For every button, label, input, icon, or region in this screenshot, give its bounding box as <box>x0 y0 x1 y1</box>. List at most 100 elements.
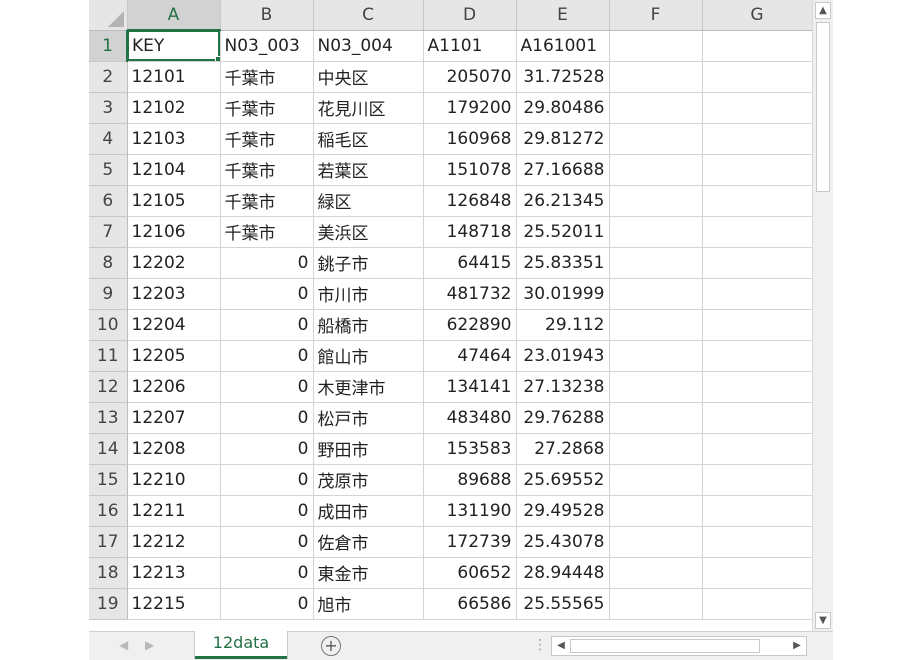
cell-b5[interactable]: 千葉市 <box>220 154 314 186</box>
cell-e10[interactable]: 29.112 <box>516 309 610 341</box>
cell-g5[interactable] <box>702 154 813 186</box>
cell-b6[interactable]: 千葉市 <box>220 185 314 217</box>
cell-g17[interactable] <box>702 526 813 558</box>
cell-g1[interactable] <box>702 30 813 62</box>
row-header[interactable]: 15 <box>89 464 128 496</box>
spreadsheet-grid[interactable]: A B C D E F G 1 KEY N03_003 N03_004 A110… <box>89 0 833 631</box>
cell-e11[interactable]: 23.01943 <box>516 340 610 372</box>
row-header[interactable]: 6 <box>89 185 128 217</box>
cell-d16[interactable]: 131190 <box>423 495 517 527</box>
row-header[interactable]: 14 <box>89 433 128 465</box>
cell-e16[interactable]: 29.49528 <box>516 495 610 527</box>
cell-b10[interactable]: 0 <box>220 309 314 341</box>
cell-c6[interactable]: 緑区 <box>313 185 424 217</box>
cell-c17[interactable]: 佐倉市 <box>313 526 424 558</box>
cell-e2[interactable]: 31.72528 <box>516 61 610 93</box>
row-header[interactable]: 4 <box>89 123 128 155</box>
cell-c7[interactable]: 美浜区 <box>313 216 424 248</box>
cell-f18[interactable] <box>609 557 703 589</box>
cell-a16[interactable]: 12211 <box>127 495 221 527</box>
cell-f6[interactable] <box>609 185 703 217</box>
cell-e13[interactable]: 29.76288 <box>516 402 610 434</box>
cell-g16[interactable] <box>702 495 813 527</box>
cell-a1[interactable]: KEY <box>127 30 221 62</box>
cell-f16[interactable] <box>609 495 703 527</box>
cell-b19[interactable]: 0 <box>220 588 314 620</box>
cell-f8[interactable] <box>609 247 703 279</box>
cell-d19[interactable]: 66586 <box>423 588 517 620</box>
cell-f19[interactable] <box>609 588 703 620</box>
cell-c4[interactable]: 稲毛区 <box>313 123 424 155</box>
cell-g13[interactable] <box>702 402 813 434</box>
arrow-left-icon[interactable]: ◀ <box>119 638 128 652</box>
cell-a10[interactable]: 12204 <box>127 309 221 341</box>
cell-e3[interactable]: 29.80486 <box>516 92 610 124</box>
cell-g15[interactable] <box>702 464 813 496</box>
horizontal-scrollbar[interactable]: ◀ ▶ <box>551 636 807 656</box>
row-header[interactable]: 19 <box>89 588 128 620</box>
cell-a11[interactable]: 12205 <box>127 340 221 372</box>
cell-d6[interactable]: 126848 <box>423 185 517 217</box>
cell-c11[interactable]: 館山市 <box>313 340 424 372</box>
cell-c19[interactable]: 旭市 <box>313 588 424 620</box>
cell-b4[interactable]: 千葉市 <box>220 123 314 155</box>
cell-a19[interactable]: 12215 <box>127 588 221 620</box>
cell-b16[interactable]: 0 <box>220 495 314 527</box>
vertical-scrollbar[interactable]: ▲ ▼ <box>812 0 833 631</box>
cell-d3[interactable]: 179200 <box>423 92 517 124</box>
row-header[interactable]: 5 <box>89 154 128 186</box>
column-header-g[interactable]: G <box>702 0 813 31</box>
cell-g18[interactable] <box>702 557 813 589</box>
row-header[interactable]: 16 <box>89 495 128 527</box>
cell-d7[interactable]: 148718 <box>423 216 517 248</box>
row-header[interactable]: 7 <box>89 216 128 248</box>
cell-c18[interactable]: 東金市 <box>313 557 424 589</box>
cell-c5[interactable]: 若葉区 <box>313 154 424 186</box>
cell-e8[interactable]: 25.83351 <box>516 247 610 279</box>
cell-b11[interactable]: 0 <box>220 340 314 372</box>
cell-d1[interactable]: A1101 <box>423 30 517 62</box>
cell-e18[interactable]: 28.94448 <box>516 557 610 589</box>
cell-f9[interactable] <box>609 278 703 310</box>
cell-g12[interactable] <box>702 371 813 403</box>
cell-f4[interactable] <box>609 123 703 155</box>
cell-g14[interactable] <box>702 433 813 465</box>
cell-b8[interactable]: 0 <box>220 247 314 279</box>
cell-a17[interactable]: 12212 <box>127 526 221 558</box>
cell-c16[interactable]: 成田市 <box>313 495 424 527</box>
cell-f3[interactable] <box>609 92 703 124</box>
row-header[interactable]: 8 <box>89 247 128 279</box>
cell-g7[interactable] <box>702 216 813 248</box>
cell-g6[interactable] <box>702 185 813 217</box>
cell-a2[interactable]: 12101 <box>127 61 221 93</box>
cell-b2[interactable]: 千葉市 <box>220 61 314 93</box>
cell-b3[interactable]: 千葉市 <box>220 92 314 124</box>
cell-g9[interactable] <box>702 278 813 310</box>
vertical-scroll-thumb[interactable] <box>816 22 830 192</box>
cell-b14[interactable]: 0 <box>220 433 314 465</box>
cell-g3[interactable] <box>702 92 813 124</box>
cell-e12[interactable]: 27.13238 <box>516 371 610 403</box>
cell-f11[interactable] <box>609 340 703 372</box>
row-header[interactable]: 17 <box>89 526 128 558</box>
cell-d2[interactable]: 205070 <box>423 61 517 93</box>
cell-d11[interactable]: 47464 <box>423 340 517 372</box>
cell-c14[interactable]: 野田市 <box>313 433 424 465</box>
cell-a14[interactable]: 12208 <box>127 433 221 465</box>
cell-e17[interactable]: 25.43078 <box>516 526 610 558</box>
cell-f15[interactable] <box>609 464 703 496</box>
cell-g2[interactable] <box>702 61 813 93</box>
row-header[interactable]: 18 <box>89 557 128 589</box>
horizontal-scroll-thumb[interactable] <box>570 639 760 653</box>
arrow-right-icon[interactable]: ▶ <box>789 638 805 654</box>
cell-f10[interactable] <box>609 309 703 341</box>
row-header[interactable]: 12 <box>89 371 128 403</box>
row-header[interactable]: 13 <box>89 402 128 434</box>
cell-a5[interactable]: 12104 <box>127 154 221 186</box>
arrow-down-icon[interactable]: ▼ <box>815 612 831 629</box>
cell-a8[interactable]: 12202 <box>127 247 221 279</box>
cell-f13[interactable] <box>609 402 703 434</box>
cell-b13[interactable]: 0 <box>220 402 314 434</box>
tab-splitter-icon[interactable]: ⋮ <box>533 637 547 653</box>
cell-g19[interactable] <box>702 588 813 620</box>
